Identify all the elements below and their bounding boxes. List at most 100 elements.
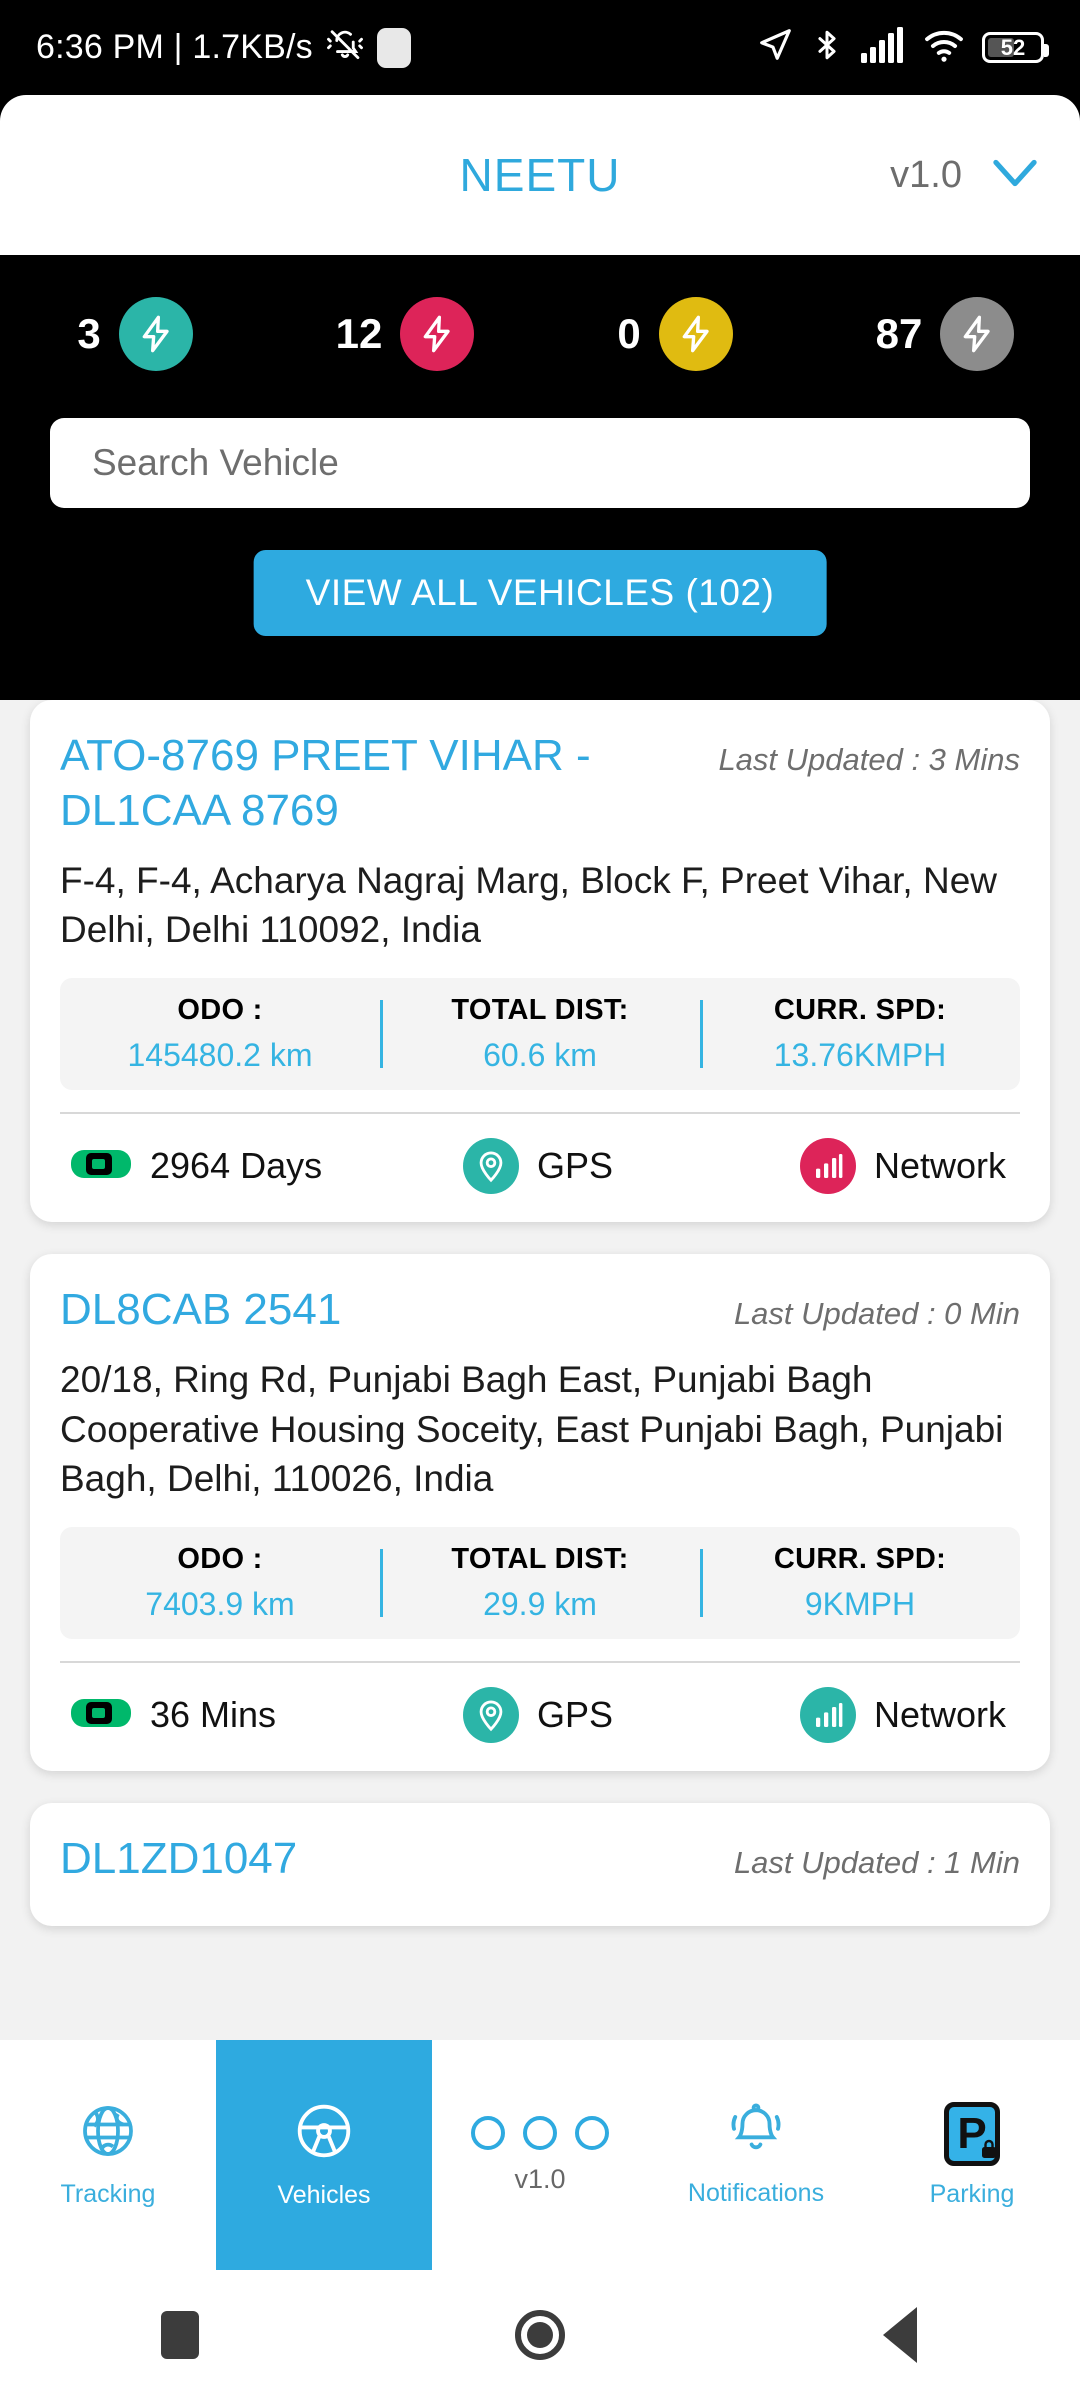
metric-value: 9KMPH bbox=[804, 1586, 916, 1623]
vehicle-title[interactable]: DL1ZD1047 bbox=[60, 1831, 714, 1886]
status-badge-stopped[interactable]: 12 bbox=[270, 297, 540, 371]
metric-label: CURR. SPD: bbox=[773, 994, 947, 1027]
nav-item-label: Notifications bbox=[687, 2179, 825, 2207]
metric-value: 7403.9 km bbox=[145, 1586, 295, 1623]
header-right-group: v1.0 bbox=[890, 154, 1042, 197]
nav-item-label: v1.0 bbox=[514, 2163, 566, 2194]
wifi-icon bbox=[922, 26, 966, 69]
status-count: 3 bbox=[77, 310, 101, 357]
location-arrow-icon bbox=[756, 26, 794, 69]
cellular-signal-icon bbox=[860, 26, 906, 69]
vehicle-card-list[interactable]: ATO-8769 PREET VIHAR - DL1CAA 8769 Last … bbox=[0, 700, 1080, 2040]
metric-cell: CURR. SPD: 13.76KMPH bbox=[700, 994, 1020, 1074]
gps-label: GPS bbox=[536, 1694, 614, 1736]
page-title: NEETU bbox=[459, 149, 621, 201]
card-header: DL8CAB 2541 Last Updated : 0 Min bbox=[60, 1282, 1020, 1337]
lightning-bolt-icon bbox=[118, 297, 193, 371]
network-label: Network bbox=[873, 1694, 1006, 1736]
three-dots-icon bbox=[471, 2115, 609, 2150]
network-label: Network bbox=[873, 1145, 1006, 1187]
steering-wheel-icon bbox=[293, 2100, 355, 2167]
card-header: ATO-8769 PREET VIHAR - DL1CAA 8769 Last … bbox=[60, 728, 1020, 838]
vehicle-address: 20/18, Ring Rd, Punjabi Bagh East, Punja… bbox=[60, 1359, 1004, 1499]
metric-cell: TOTAL DIST: 60.6 km bbox=[380, 994, 700, 1074]
vehicle-address: F-4, F-4, Acharya Nagraj Marg, Block F, … bbox=[60, 860, 997, 951]
vehicle-duration: 36 Mins bbox=[60, 1693, 382, 1738]
status-count: 87 bbox=[875, 310, 923, 357]
rounded-indicator-icon bbox=[376, 27, 411, 68]
metric-value: 145480.2 km bbox=[127, 1037, 313, 1074]
metric-value: 13.76KMPH bbox=[773, 1037, 947, 1074]
nav-item-vehicles[interactable]: Vehicles bbox=[216, 2040, 432, 2270]
card-footer: 36 Mins GPS Network bbox=[60, 1663, 1020, 1771]
nav-item-label: Vehicles bbox=[277, 2181, 371, 2209]
vehicle-metrics: ODO : 7403.9 km TOTAL DIST: 29.9 km CURR… bbox=[60, 1527, 1020, 1640]
search-input[interactable] bbox=[50, 418, 1030, 508]
status-count: 0 bbox=[617, 310, 641, 357]
recents-square-icon[interactable] bbox=[90, 2270, 270, 2400]
app-version-label: v1.0 bbox=[890, 153, 962, 196]
card-header: DL1ZD1047 Last Updated : 1 Min bbox=[60, 1831, 1020, 1886]
bell-muted-icon bbox=[326, 27, 363, 68]
vehicle-card[interactable]: DL1ZD1047 Last Updated : 1 Min bbox=[30, 1803, 1050, 1927]
bell-icon bbox=[727, 2102, 785, 2165]
vehicle-title[interactable]: ATO-8769 PREET VIHAR - DL1CAA 8769 bbox=[60, 728, 698, 838]
status-count: 12 bbox=[335, 310, 383, 357]
metric-label: ODO : bbox=[177, 994, 263, 1027]
nav-item-label: Tracking bbox=[60, 2180, 156, 2208]
nav-item-notifications[interactable]: Notifications bbox=[648, 2040, 864, 2270]
globe-icon bbox=[78, 2101, 138, 2166]
gps-status: GPS bbox=[382, 1138, 694, 1195]
signal-bars-icon bbox=[799, 1687, 856, 1744]
bottom-navigation[interactable]: Tracking Vehicles v1.0 Notifications P Parkin… bbox=[0, 2040, 1080, 2270]
network-status: Network bbox=[694, 1138, 1020, 1195]
metric-cell: ODO : 7403.9 km bbox=[60, 1543, 380, 1623]
status-badge-offline[interactable]: 87 bbox=[810, 297, 1080, 371]
chevron-down-icon[interactable] bbox=[988, 156, 1042, 195]
nav-item-tracking[interactable]: Tracking bbox=[0, 2040, 216, 2270]
back-triangle-icon[interactable] bbox=[810, 2270, 990, 2400]
lightning-bolt-icon bbox=[400, 297, 475, 371]
metric-label: ODO : bbox=[177, 1543, 263, 1576]
metric-value: 29.9 km bbox=[483, 1586, 597, 1623]
network-status: Network bbox=[694, 1687, 1020, 1744]
nav-item-v1-0[interactable]: v1.0 bbox=[432, 2040, 648, 2270]
status-bar: 6:36 PM | 1.7KB/s 52 bbox=[0, 0, 1080, 95]
metric-label: CURR. SPD: bbox=[773, 1543, 947, 1576]
vehicle-metrics: ODO : 145480.2 km TOTAL DIST: 60.6 km CU… bbox=[60, 978, 1020, 1091]
last-updated-label: Last Updated : 3 Mins bbox=[718, 742, 1020, 777]
android-system-navigation[interactable] bbox=[0, 2270, 1080, 2400]
car-top-view-icon bbox=[70, 1693, 132, 1738]
gps-label: GPS bbox=[536, 1145, 614, 1187]
status-bar-left: 6:36 PM | 1.7KB/s bbox=[36, 27, 411, 68]
battery-percent: 52 bbox=[1000, 34, 1026, 60]
metric-cell: ODO : 145480.2 km bbox=[60, 994, 380, 1074]
status-bar-right: 52 bbox=[756, 26, 1049, 69]
metric-value: 60.6 km bbox=[483, 1037, 597, 1074]
last-updated-label: Last Updated : 1 Min bbox=[733, 1845, 1020, 1881]
vehicle-status-summary: 3 12 0 87 bbox=[0, 269, 1080, 399]
last-updated-label: Last Updated : 0 Min bbox=[733, 1296, 1020, 1332]
signal-bars-icon bbox=[799, 1138, 856, 1195]
lightning-bolt-icon bbox=[940, 297, 1015, 371]
vehicle-duration: 2964 Days bbox=[60, 1144, 382, 1189]
vehicle-card[interactable]: DL8CAB 2541 Last Updated : 0 Min 20/18, … bbox=[30, 1254, 1050, 1772]
vehicle-title[interactable]: DL8CAB 2541 bbox=[60, 1282, 714, 1337]
location-pin-icon bbox=[462, 1687, 519, 1744]
bluetooth-icon bbox=[810, 26, 844, 69]
metric-label: TOTAL DIST: bbox=[451, 1543, 629, 1576]
nav-item-parking[interactable]: P Parking bbox=[864, 2040, 1080, 2270]
summary-panel: 3 12 0 87 VIEW ALL VEHICLES (102) bbox=[0, 255, 1080, 700]
status-badge-idle[interactable]: 0 bbox=[540, 297, 810, 371]
vehicle-card[interactable]: ATO-8769 PREET VIHAR - DL1CAA 8769 Last … bbox=[30, 700, 1050, 1223]
metric-label: TOTAL DIST: bbox=[451, 994, 629, 1027]
home-circle-icon[interactable] bbox=[450, 2270, 630, 2400]
duration-label: 36 Mins bbox=[150, 1694, 277, 1736]
view-all-vehicles-button[interactable]: VIEW ALL VEHICLES (102) bbox=[253, 550, 827, 636]
lightning-bolt-icon bbox=[658, 297, 733, 371]
parking-icon: P bbox=[944, 2101, 1000, 2166]
nav-item-label: Parking bbox=[929, 2179, 1015, 2208]
metric-cell: CURR. SPD: 9KMPH bbox=[700, 1543, 1020, 1623]
status-time-network: 6:36 PM | 1.7KB/s bbox=[36, 28, 313, 66]
status-badge-running[interactable]: 3 bbox=[0, 297, 270, 371]
